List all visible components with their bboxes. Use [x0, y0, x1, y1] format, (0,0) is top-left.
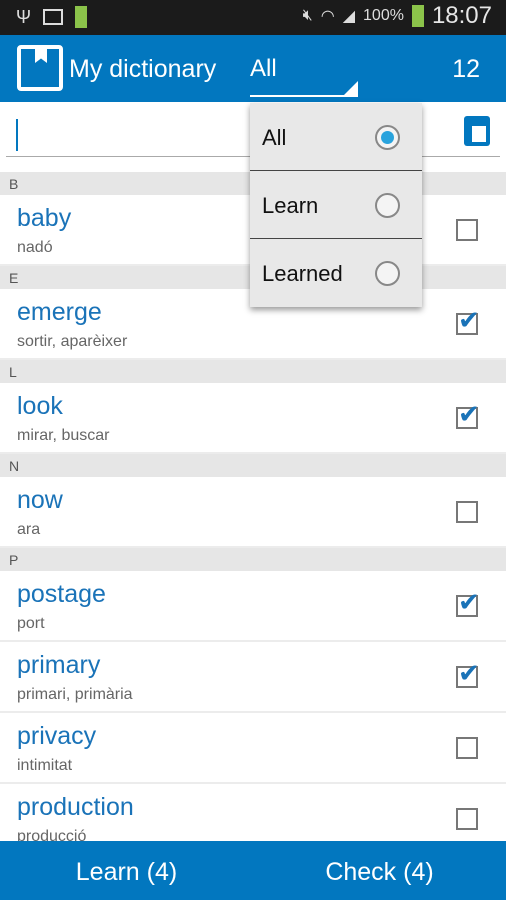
word-count: 12: [452, 55, 480, 83]
dictionary-logo-icon[interactable]: [17, 45, 63, 91]
option-label: Learned: [262, 261, 343, 286]
radio-button[interactable]: [375, 125, 400, 150]
word: now: [17, 486, 63, 514]
clock: 18:07: [431, 2, 492, 29]
battery-icon: [411, 5, 424, 27]
usb-icon: Ψ: [16, 6, 32, 27]
word: privacy: [17, 722, 97, 750]
learned-checkbox[interactable]: [456, 305, 480, 336]
option-label: All: [262, 125, 287, 150]
learn-button[interactable]: Learn (4): [0, 841, 253, 900]
learned-checkbox[interactable]: [456, 219, 478, 241]
translation: nadó: [17, 239, 53, 256]
word: postage: [17, 580, 106, 608]
word: look: [17, 392, 63, 420]
bottom-bar: Learn (4) Check (4): [0, 841, 506, 900]
learned-checkbox[interactable]: [456, 658, 480, 689]
status-bar: Ψ 🔇︎ ◠ ◢ 100% 18:07: [0, 0, 506, 35]
translation: primari, primària: [17, 686, 133, 703]
radio-button[interactable]: [375, 261, 400, 286]
wifi-icon: ◠: [320, 8, 335, 25]
filter-spinner[interactable]: All: [250, 55, 358, 97]
word: emerge: [17, 298, 102, 326]
app-title: My dictionary: [69, 55, 217, 83]
battery-small-icon: [75, 6, 88, 28]
translation: intimitat: [17, 757, 73, 774]
image-icon: [43, 9, 64, 25]
word: primary: [17, 651, 101, 679]
filter-dropdown: All Learn Learned: [250, 103, 422, 307]
learned-checkbox[interactable]: [456, 587, 480, 618]
section-header: P: [0, 548, 506, 571]
word: baby: [17, 204, 72, 232]
learned-checkbox[interactable]: [456, 399, 480, 430]
learned-checkbox[interactable]: [456, 737, 478, 759]
learned-checkbox[interactable]: [456, 808, 478, 830]
filter-option-all[interactable]: All: [250, 103, 422, 171]
translation: sortir, aparèixer: [17, 333, 128, 350]
paste-icon[interactable]: [464, 116, 490, 146]
mute-icon: 🔇︎: [302, 7, 313, 24]
app-bar: My dictionary All 12: [0, 35, 506, 102]
list-item[interactable]: now ara: [0, 477, 506, 548]
text-cursor: [16, 119, 18, 151]
battery-percent: 100%: [363, 7, 404, 24]
list-item[interactable]: primary primari, primària: [0, 642, 506, 713]
signal-icon: ◢: [342, 8, 356, 25]
translation: ara: [17, 521, 41, 538]
option-label: Learn: [262, 193, 319, 218]
section-header: L: [0, 360, 506, 383]
list-item[interactable]: look mirar, buscar: [0, 383, 506, 454]
translation: port: [17, 615, 45, 632]
filter-option-learn[interactable]: Learn: [250, 171, 422, 239]
section-header: N: [0, 454, 506, 477]
learned-checkbox[interactable]: [456, 501, 478, 523]
radio-button[interactable]: [375, 193, 400, 218]
word: production: [17, 793, 134, 821]
check-button[interactable]: Check (4): [253, 841, 506, 900]
list-item[interactable]: privacy intimitat: [0, 713, 506, 784]
translation: mirar, buscar: [17, 427, 110, 444]
filter-option-learned[interactable]: Learned: [250, 239, 422, 307]
list-item[interactable]: postage port: [0, 571, 506, 642]
